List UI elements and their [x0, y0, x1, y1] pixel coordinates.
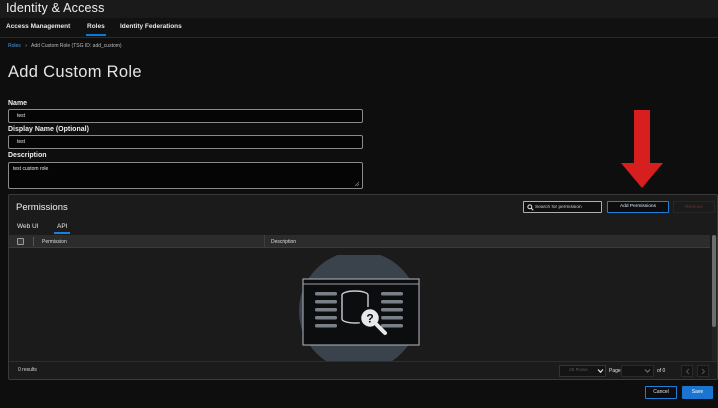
rows-per-page-value: 25 Rows	[569, 368, 588, 373]
permission-tabs: Web UI API	[9, 221, 717, 234]
app-header: Identity & Access	[0, 0, 718, 18]
tab-api[interactable]: API	[53, 223, 72, 234]
previous-page-button[interactable]	[681, 365, 693, 377]
permission-search[interactable]	[523, 201, 602, 213]
cancel-button[interactable]: Cancel	[645, 386, 677, 399]
page-total: of 0	[657, 367, 666, 374]
results-count: 0 results	[18, 367, 37, 373]
table-footer: 0 results 25 Rows Page of 0	[9, 361, 717, 379]
tab-roles[interactable]: Roles	[86, 23, 106, 36]
permission-search-input[interactable]	[535, 202, 601, 212]
permissions-table-header: Permission Description	[9, 235, 710, 248]
empty-state: ?	[9, 249, 710, 361]
display-name-input[interactable]	[8, 135, 363, 149]
description-label: Description	[8, 152, 47, 159]
column-header-description[interactable]: Description	[271, 239, 296, 245]
svg-text:?: ?	[366, 312, 373, 326]
tab-web-ui[interactable]: Web UI	[17, 223, 39, 230]
breadcrumb: Roles › Add Custom Role (TSG ID: add_cus…	[8, 43, 122, 49]
permissions-title: Permissions	[16, 202, 68, 213]
rows-per-page-select[interactable]: 25 Rows	[559, 365, 606, 377]
description-textarea[interactable]: test custom role	[8, 162, 363, 189]
display-name-label: Display Name (Optional)	[8, 126, 89, 133]
column-divider	[33, 237, 34, 246]
column-divider	[264, 235, 265, 248]
column-header-permission[interactable]: Permission	[42, 239, 67, 245]
add-permissions-button[interactable]: Add Permissions	[607, 201, 669, 213]
search-icon	[527, 203, 534, 211]
save-button[interactable]: Save	[682, 386, 713, 399]
name-label: Name	[8, 100, 28, 107]
breadcrumb-separator-icon: ›	[25, 43, 27, 49]
page-title: Add Custom Role	[8, 63, 142, 81]
page-number-select[interactable]	[621, 365, 654, 377]
breadcrumb-roles-link[interactable]: Roles	[8, 43, 21, 49]
database-magnifier-icon: ?	[299, 255, 420, 361]
resize-grip-icon[interactable]	[354, 181, 360, 187]
page-label: Page	[609, 367, 621, 374]
chevron-right-icon	[701, 368, 706, 375]
chevron-down-icon	[597, 369, 604, 374]
chevron-left-icon	[685, 368, 690, 375]
top-nav: Access Management Roles Identity Federat…	[0, 18, 718, 38]
table-scrollbar-thumb[interactable]	[712, 235, 716, 327]
red-down-arrow-icon	[621, 110, 663, 188]
next-page-button[interactable]	[697, 365, 709, 377]
select-all-checkbox[interactable]	[17, 238, 24, 245]
name-input[interactable]	[8, 109, 363, 123]
app-title: Identity & Access	[6, 1, 105, 15]
remove-button[interactable]: Remove	[673, 201, 715, 213]
tab-identity-federations[interactable]: Identity Federations	[120, 23, 182, 30]
permissions-panel: Permissions Add Permissions Remove Web U…	[8, 194, 718, 380]
tab-access-management[interactable]: Access Management	[6, 23, 70, 30]
breadcrumb-current: Add Custom Role (TSG ID: add_custom)	[30, 43, 122, 49]
chevron-down-icon	[644, 369, 651, 373]
